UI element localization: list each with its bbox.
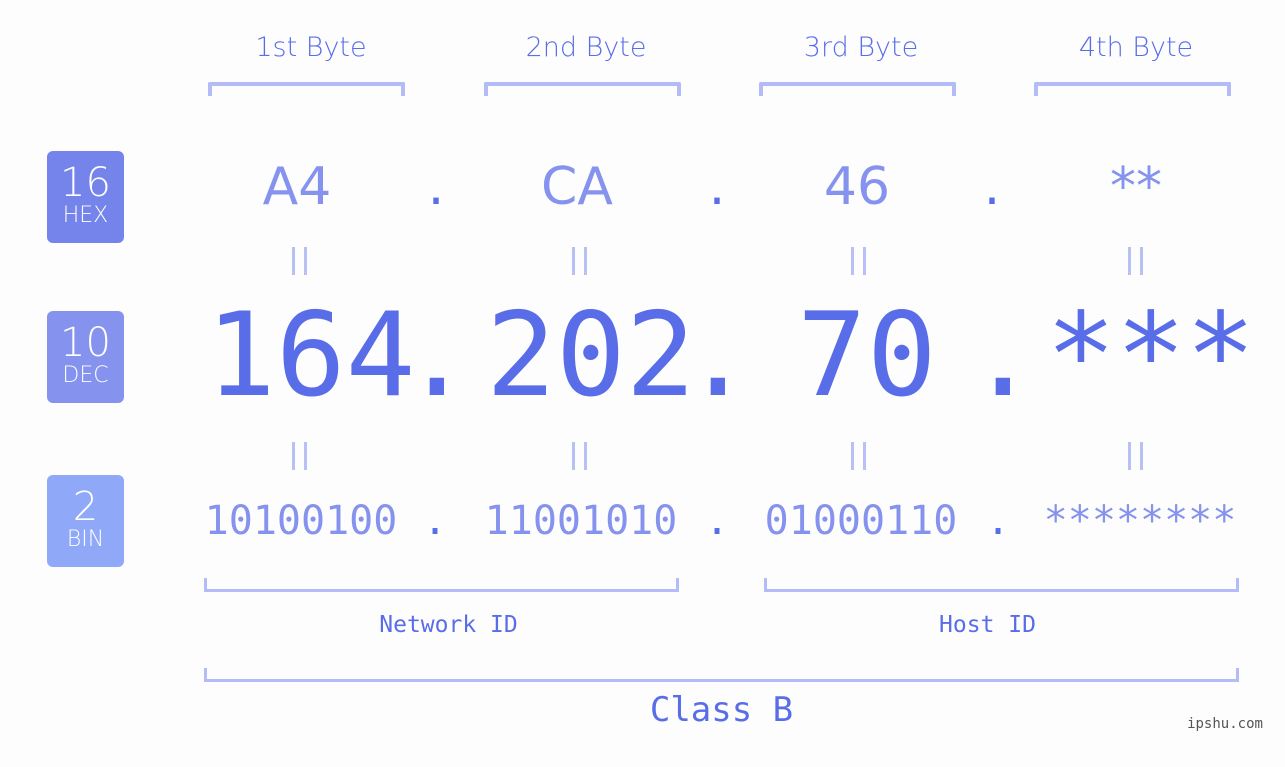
bin-separator-1: . (422, 498, 448, 544)
equals-icon (847, 442, 871, 470)
equals-icon (847, 247, 871, 275)
equals-icon (1124, 247, 1148, 275)
hex-byte-3: 46 (823, 157, 891, 217)
hex-separator-3: . (983, 157, 1001, 217)
class-bracket (204, 668, 1239, 682)
dec-separator-2: . (683, 288, 753, 423)
host-id-bracket (764, 578, 1239, 592)
equals-icon (1124, 442, 1148, 470)
equals-icon (288, 247, 312, 275)
dec-byte-4: *** (1046, 288, 1256, 423)
dec-byte-3: 70 (797, 288, 937, 423)
dec-badge: 10 DEC (47, 311, 124, 403)
bin-badge-label: BIN (66, 527, 105, 552)
byte-header-2: 2nd Byte (525, 32, 647, 63)
dec-separator-3: . (968, 288, 1038, 423)
bin-byte-3: 01000110 (764, 498, 958, 544)
hex-byte-4: ** (1110, 157, 1162, 217)
byte-header-3: 3rd Byte (803, 32, 919, 63)
equals-icon (568, 442, 592, 470)
hex-byte-1: A4 (262, 157, 332, 217)
byte-bracket-3 (759, 82, 956, 96)
class-label: Class B (649, 690, 794, 730)
byte-bracket-2 (484, 82, 681, 96)
byte-bracket-1 (208, 82, 405, 96)
bin-separator-2: . (704, 498, 730, 544)
hex-badge: 16 HEX (47, 151, 124, 243)
network-id-bracket (204, 578, 679, 592)
bin-byte-2: 11001010 (484, 498, 678, 544)
bin-separator-3: . (985, 498, 1011, 544)
bin-badge-base: 2 (72, 484, 99, 530)
hex-separator-2: . (708, 157, 726, 217)
hex-separator-1: . (427, 157, 445, 217)
watermark: ipshu.com (1187, 716, 1263, 732)
dec-byte-2: 202 (486, 288, 696, 423)
network-id-label: Network ID (379, 612, 518, 638)
dec-byte-1: 164 (206, 288, 416, 423)
hex-badge-base: 16 (60, 160, 111, 206)
bin-byte-1: 10100100 (204, 498, 398, 544)
bin-byte-4: ******** (1043, 498, 1237, 544)
equals-icon (288, 442, 312, 470)
dec-separator-1: . (402, 288, 472, 423)
bin-badge: 2 BIN (47, 475, 124, 567)
dec-badge-label: DEC (62, 363, 109, 388)
equals-icon (568, 247, 592, 275)
host-id-label: Host ID (939, 612, 1036, 638)
byte-bracket-4 (1034, 82, 1231, 96)
byte-header-1: 1st Byte (255, 32, 367, 63)
hex-byte-2: CA (541, 157, 613, 217)
hex-badge-label: HEX (62, 203, 109, 228)
byte-header-4: 4th Byte (1078, 32, 1194, 63)
dec-badge-base: 10 (60, 320, 111, 366)
